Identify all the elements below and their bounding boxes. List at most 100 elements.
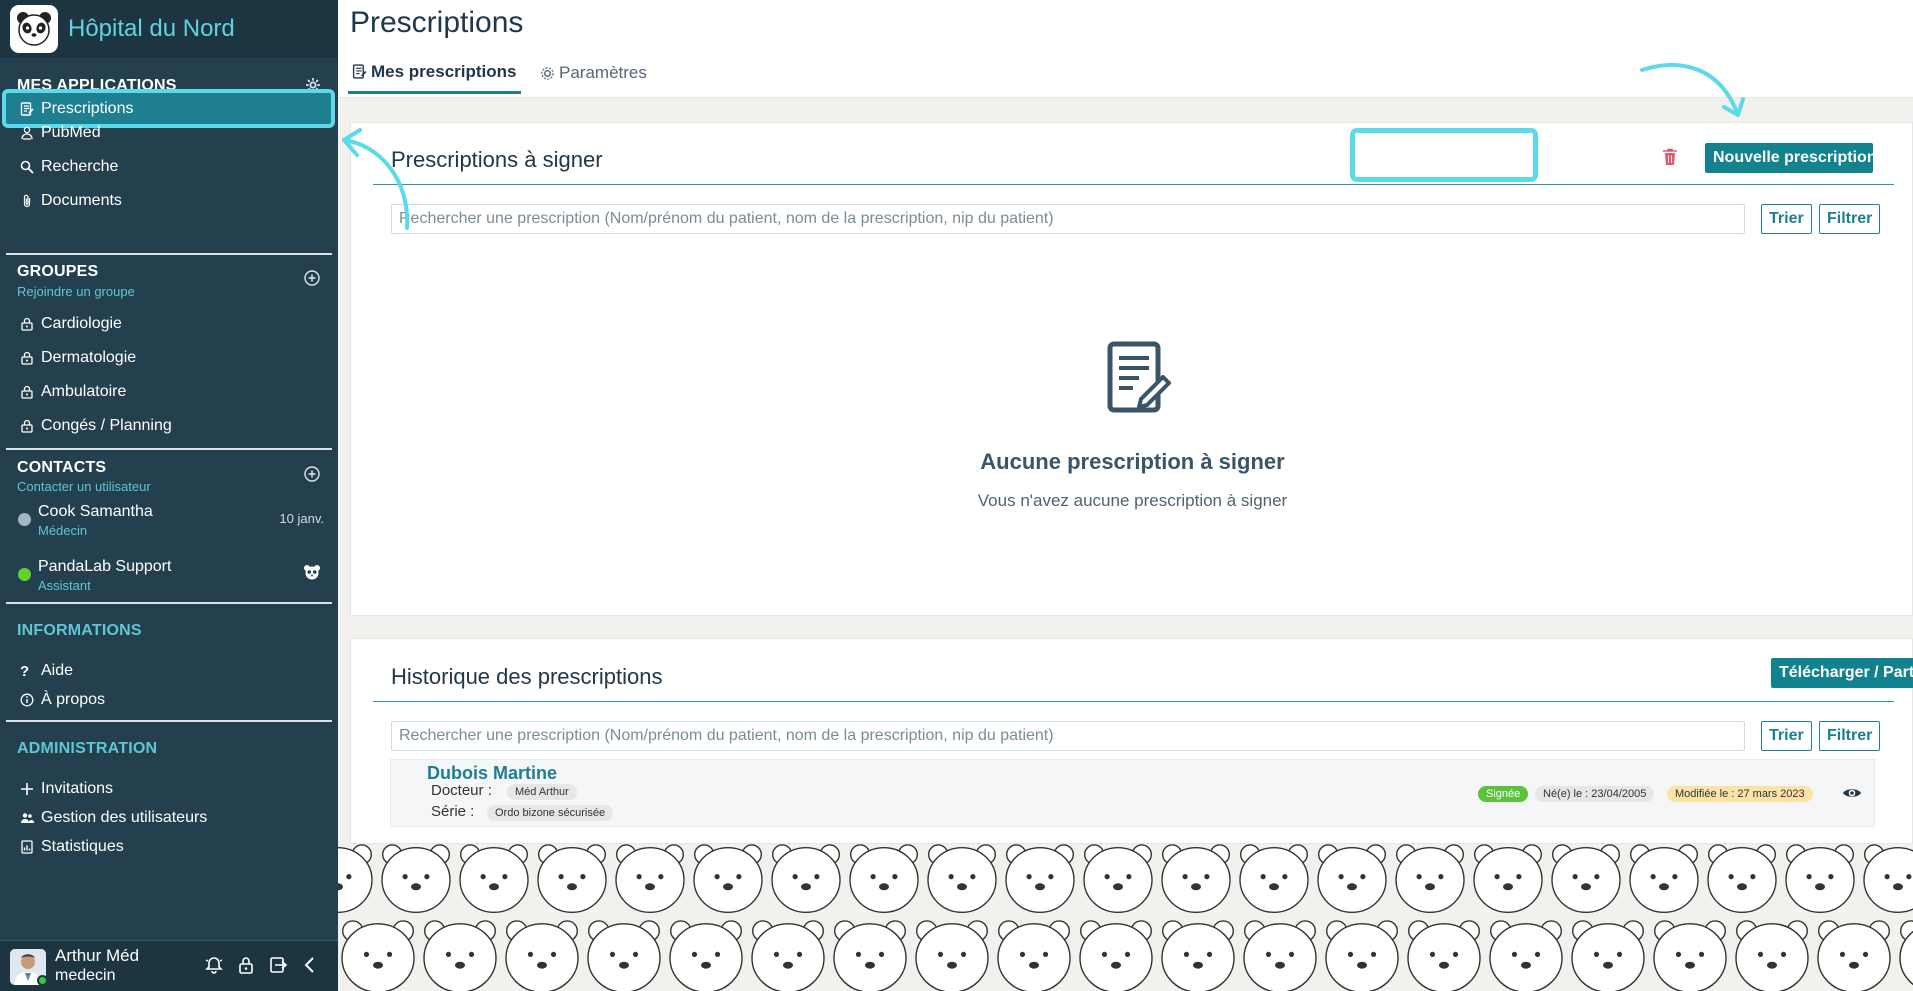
download-share-button[interactable]: Télécharger / Partager <box>1771 658 1913 688</box>
brand-name: Hôpital du Nord <box>68 15 235 42</box>
plus-icon <box>21 783 33 795</box>
page-header: Prescriptions Mes prescriptions Paramètr… <box>338 0 1913 98</box>
panda-icon <box>10 5 58 53</box>
sidebar-item-label: Cardiologie <box>41 315 122 332</box>
tab-mes-prescriptions[interactable]: Mes prescriptions <box>348 58 521 94</box>
sidebar-item-label: PubMed <box>41 124 101 141</box>
trash-icon[interactable] <box>1662 148 1678 166</box>
collapse-sidebar-icon[interactable] <box>300 955 320 975</box>
sort-button[interactable]: Trier <box>1761 721 1812 751</box>
divider <box>373 701 1894 702</box>
sidebar-group-ambulatoire[interactable]: Ambulatoire <box>20 379 126 405</box>
contact-pandalab-support[interactable]: PandaLab Support Assistant <box>18 558 324 598</box>
birthdate-chip: Né(e) le : 23/04/2005 <box>1535 786 1655 802</box>
contact-name: PandaLab Support <box>38 558 172 575</box>
lock-icon[interactable] <box>236 955 256 975</box>
contact-role: Assistant <box>38 578 91 593</box>
patient-name[interactable]: Dubois Martine <box>427 763 557 784</box>
bell-icon[interactable] <box>204 955 224 975</box>
to-sign-card: Prescriptions à signer Trier Filtrer Auc… <box>350 122 1913 616</box>
contact-date: 10 janv. <box>279 511 324 526</box>
contact-cook-samantha[interactable]: Cook Samantha Médecin 10 janv. <box>18 503 324 543</box>
sidebar-item-label: Dermatologie <box>41 349 137 366</box>
sidebar-item-aide[interactable]: ? Aide <box>20 658 73 684</box>
history-search-input[interactable] <box>391 721 1745 751</box>
add-circle-icon[interactable] <box>304 270 320 286</box>
logout-icon[interactable] <box>268 955 288 975</box>
sidebar-group-conges[interactable]: Congés / Planning <box>20 413 172 439</box>
sidebar-item-statistiques[interactable]: Statistiques <box>20 834 124 860</box>
sort-button[interactable]: Trier <box>1761 204 1812 234</box>
brand-header[interactable]: Hôpital du Nord <box>0 0 338 58</box>
sidebar-item-label: Recherche <box>41 158 119 175</box>
sidebar-group-cardiologie[interactable]: Cardiologie <box>20 311 122 337</box>
status-badge: Signée <box>1478 786 1529 802</box>
empty-state-subtitle: Vous n'avez aucune prescription à signer <box>977 491 1288 510</box>
lock-icon <box>21 317 33 331</box>
new-prescription-highlight <box>1350 128 1538 182</box>
empty-prescription-icon <box>1107 341 1171 413</box>
contact-role: Médecin <box>38 523 88 538</box>
gear-icon <box>541 66 554 80</box>
sidebar-item-label: Documents <box>41 192 122 209</box>
sidebar-item-label: Congés / Planning <box>41 417 172 434</box>
table-row[interactable]: Dubois Martine Docteur : Méd Arthur Séri… <box>390 759 1875 827</box>
users-icon <box>21 813 34 823</box>
question-icon: ? <box>20 662 30 680</box>
eye-icon[interactable] <box>1842 785 1862 801</box>
sidebar-item-documents[interactable]: Documents <box>20 188 122 214</box>
online-status-dot <box>37 975 48 986</box>
contact-user-link[interactable]: Contacter un utilisateur <box>17 479 151 494</box>
divider <box>6 448 332 450</box>
bears-illustration <box>338 844 1913 991</box>
user-bar: Arthur Méd medecin <box>0 940 338 991</box>
informations-section-title: INFORMATIONS <box>17 622 142 639</box>
to-sign-title: Prescriptions à signer <box>391 147 603 172</box>
sidebar-item-pubmed[interactable]: PubMed <box>20 120 101 146</box>
to-sign-search-input[interactable] <box>391 204 1745 234</box>
status-dot <box>18 568 31 581</box>
prescription-icon <box>352 64 367 79</box>
add-circle-icon[interactable] <box>304 466 320 482</box>
filter-button[interactable]: Filtrer <box>1819 721 1881 751</box>
filter-button[interactable]: Filtrer <box>1819 204 1881 234</box>
search-icon <box>20 160 34 174</box>
status-dot <box>18 513 31 526</box>
divider <box>373 184 1894 185</box>
contact-name: Cook Samantha <box>38 503 153 520</box>
page-title: Prescriptions <box>350 6 524 39</box>
groups-section-title: GROUPES <box>17 263 99 280</box>
tab-label: Paramètres <box>559 63 647 82</box>
tab-label: Mes prescriptions <box>371 61 517 81</box>
series-label: Série : <box>431 803 475 820</box>
series-chip: Ordo bizone sécurisée <box>487 805 614 821</box>
sidebar-item-apropos[interactable]: À propos <box>20 687 105 713</box>
modified-date-chip: Modifiée le : 27 mars 2023 <box>1667 786 1813 802</box>
sidebar-item-label: Ambulatoire <box>41 383 127 400</box>
lock-icon <box>21 351 33 365</box>
new-prescription-button[interactable]: Nouvelle prescription <box>1705 143 1877 173</box>
info-icon <box>20 693 34 707</box>
sidebar-item-invitations[interactable]: Invitations <box>20 776 113 802</box>
prescription-icon <box>20 101 34 116</box>
lock-icon <box>21 385 33 399</box>
empty-state-title: Aucune prescription à signer <box>980 449 1285 474</box>
sidebar: Hôpital du Nord MES APPLICATIONS Prescri… <box>0 0 338 991</box>
join-group-link[interactable]: Rejoindre un groupe <box>17 284 135 299</box>
administration-section-title: ADMINISTRATION <box>17 740 158 757</box>
sidebar-group-dermatologie[interactable]: Dermatologie <box>20 345 136 371</box>
sidebar-item-label: Prescriptions <box>41 99 134 117</box>
divider <box>6 720 332 722</box>
sidebar-item-label: Gestion des utilisateurs <box>41 809 208 826</box>
divider <box>6 253 332 255</box>
reader-icon <box>21 126 33 140</box>
sidebar-item-label: Aide <box>41 662 74 679</box>
sidebar-item-recherche[interactable]: Recherche <box>20 154 118 180</box>
lock-icon <box>21 419 33 433</box>
tab-parametres[interactable]: Paramètres <box>536 58 651 94</box>
doctor-chip: Méd Arthur <box>507 784 577 800</box>
panda-icon <box>304 565 320 580</box>
sidebar-item-label: À propos <box>41 691 106 708</box>
sidebar-item-gestion-utilisateurs[interactable]: Gestion des utilisateurs <box>20 805 207 831</box>
sidebar-item-label: Statistiques <box>41 838 124 855</box>
